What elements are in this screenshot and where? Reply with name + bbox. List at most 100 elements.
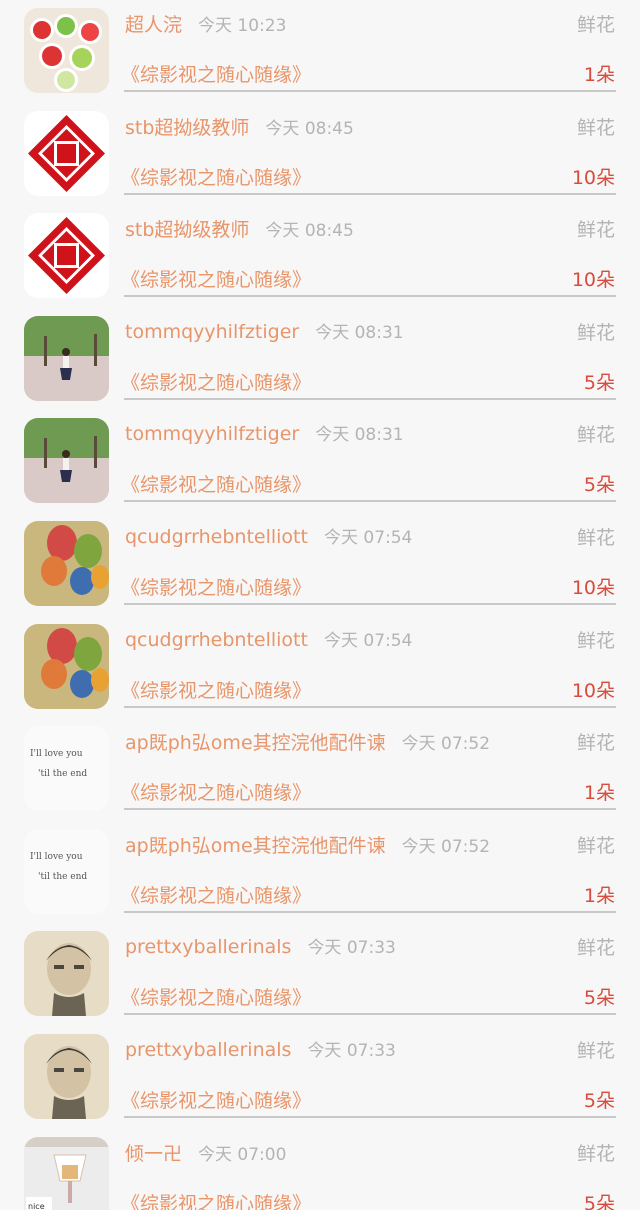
gift-record-list: 超人浣 今天 10:23 鲜花 《综影视之随心随缘》 1朵 stb超拗级教师 今天 08:… <box>0 0 640 1210</box>
gift-record-row[interactable]: stb超拗级教师 今天 08:45 鲜花《综影视之随心随缘》 10朵 <box>0 205 640 308</box>
book-title-link[interactable]: 《综影视之随心随缘》 <box>121 60 311 87</box>
username-text[interactable]: prettxyballerinals <box>125 1039 291 1061</box>
gift-record-row[interactable]: I'll love you 'til the end ap既ph弘ome其控浣他… <box>0 821 640 924</box>
timestamp: 今天 08:31 <box>315 425 404 446</box>
user-avatar[interactable] <box>24 110 109 196</box>
user-avatar[interactable]: nice day <box>24 1136 109 1210</box>
user-avatar[interactable] <box>24 8 109 93</box>
username-text[interactable]: prettxyballerinals <box>125 936 291 958</box>
row-divider <box>124 603 616 605</box>
book-title-link[interactable]: 《综影视之随心随缘》 <box>121 1189 311 1210</box>
username-label[interactable]: ap既ph弘ome其控浣他配件谏 今天 07:52 <box>125 831 490 858</box>
gift-record-row[interactable]: tommqyyhilfztiger 今天 08:31 鲜花《综影视之随心随缘》 5朵 <box>0 410 640 513</box>
username-label[interactable]: 倾一卍 今天 07:00 <box>125 1139 286 1166</box>
book-title-link[interactable]: 《综影视之随心随缘》 <box>121 368 311 395</box>
username-label[interactable]: prettxyballerinals 今天 07:33 <box>125 933 396 958</box>
username-text[interactable]: 超人浣 <box>125 14 182 36</box>
gift-type-label: 鲜花 <box>576 424 615 447</box>
book-title-link[interactable]: 《综影视之随心随缘》 <box>121 676 311 703</box>
username-text[interactable]: tommqyyhilfztiger <box>125 423 299 445</box>
username-label[interactable]: qcudgrrhebntelliott 今天 07:54 <box>125 523 412 548</box>
username-text[interactable]: stb超拗级教师 <box>125 117 249 139</box>
user-avatar[interactable] <box>24 623 109 709</box>
book-title-link[interactable]: 《综影视之随心随缘》 <box>121 778 311 805</box>
gift-count: 5朵 <box>583 1192 615 1210</box>
username-text[interactable]: 倾一卍 <box>125 1143 182 1165</box>
username-label[interactable]: qcudgrrhebntelliott 今天 07:54 <box>125 626 412 651</box>
user-avatar[interactable] <box>24 418 109 504</box>
timestamp: 今天 07:33 <box>307 938 396 959</box>
gift-type-label: 鲜花 <box>576 14 615 36</box>
gift-record-row[interactable]: stb超拗级教师 今天 08:45 鲜花《综影视之随心随缘》 10朵 <box>0 103 640 206</box>
book-title-link[interactable]: 《综影视之随心随缘》 <box>121 265 311 292</box>
row-divider <box>124 500 616 503</box>
username-text[interactable]: stb超拗级教师 <box>125 219 249 241</box>
gift-type-label: 鲜花 <box>576 1040 615 1062</box>
svg-text:nice: nice <box>28 1202 45 1210</box>
svg-text:I'll love you: I'll love you <box>30 749 83 759</box>
gift-count: 10朵 <box>571 577 615 599</box>
book-title-link[interactable]: 《综影视之随心随缘》 <box>121 881 311 908</box>
username-label[interactable]: stb超拗级教师 今天 08:45 <box>125 215 354 242</box>
gift-type-label: 鲜花 <box>576 629 615 652</box>
row-divider <box>124 90 616 92</box>
user-avatar[interactable] <box>24 1034 109 1119</box>
gift-type-label: 鲜花 <box>576 321 615 344</box>
gift-count: 5朵 <box>583 1090 615 1112</box>
username-label[interactable]: prettxyballerinals 今天 07:33 <box>125 1036 396 1061</box>
user-avatar[interactable] <box>24 931 109 1017</box>
gift-record-row[interactable]: qcudgrrhebntelliott 今天 07:54 鲜花 《综影视之随心随缘》 1… <box>0 616 640 719</box>
timestamp: 今天 07:54 <box>323 528 413 548</box>
svg-text:'til the end: 'til the end <box>38 872 87 882</box>
book-title-link[interactable]: 《综影视之随心随缘》 <box>121 470 311 497</box>
username-text[interactable]: qcudgrrhebntelliott <box>125 526 308 548</box>
user-avatar[interactable]: I'll love you 'til the end <box>24 828 109 914</box>
gift-count: 5朵 <box>583 987 615 1010</box>
username-label[interactable]: 超人浣 今天 10:23 <box>125 10 286 37</box>
username-text[interactable]: ap既ph弘ome其控浣他配件谏 <box>125 732 386 754</box>
timestamp: 今天 08:45 <box>265 118 354 139</box>
row-divider <box>124 295 616 298</box>
svg-text:'til the end: 'til the end <box>38 769 87 779</box>
timestamp: 今天 07:33 <box>307 1041 396 1061</box>
gift-count: 1朵 <box>583 64 615 86</box>
book-title-link[interactable]: 《综影视之随心随缘》 <box>121 573 311 600</box>
gift-record-row[interactable]: prettxyballerinals 今天 07:33 鲜花《综影视之随心随缘》 5朵 <box>0 1026 640 1129</box>
user-avatar[interactable]: I'll love you 'til the end <box>24 726 109 812</box>
gift-record-row[interactable]: prettxyballerinals 今天 07:33 鲜花 《综影视之随心随缘》 5朵 <box>0 923 640 1026</box>
row-divider <box>124 910 616 913</box>
gift-record-row[interactable]: tommqyyhilfztiger 今天 08:31 鲜花《综影视之随心随缘》 5朵 <box>0 308 640 411</box>
gift-record-row[interactable]: I'll love you 'til the end ap既ph弘ome其控浣他… <box>0 718 640 821</box>
gift-type-label: 鲜花 <box>576 116 615 139</box>
svg-text:I'll love you: I'll love you <box>30 852 83 862</box>
username-label[interactable]: tommqyyhilfztiger 今天 08:31 <box>125 318 404 343</box>
gift-type-label: 鲜花 <box>576 527 615 549</box>
book-title-link[interactable]: 《综影视之随心随缘》 <box>121 1086 311 1113</box>
gift-count: 10朵 <box>571 166 615 189</box>
gift-count: 5朵 <box>583 474 615 497</box>
timestamp: 今天 10:23 <box>198 16 287 36</box>
username-label[interactable]: stb超拗级教师 今天 08:45 <box>125 113 354 140</box>
user-avatar[interactable] <box>24 315 109 401</box>
gift-type-label: 鲜花 <box>576 732 615 755</box>
gift-count: 5朵 <box>583 371 615 394</box>
username-label[interactable]: ap既ph弘ome其控浣他配件谏 今天 07:52 <box>125 728 490 755</box>
gift-count: 10朵 <box>571 269 615 292</box>
row-divider <box>124 192 616 195</box>
timestamp: 今天 07:52 <box>401 734 491 755</box>
username-label[interactable]: tommqyyhilfztiger 今天 08:31 <box>125 420 404 445</box>
gift-type-label: 鲜花 <box>576 219 615 242</box>
username-text[interactable]: qcudgrrhebntelliott <box>125 629 308 651</box>
gift-count: 1朵 <box>583 884 615 907</box>
gift-record-row[interactable]: nice day 倾一卍今天 07:00 鲜花《综影视之随心随缘》 5朵 <box>0 1129 640 1210</box>
book-title-link[interactable]: 《综影视之随心随缘》 <box>121 163 311 190</box>
book-title-link[interactable]: 《综影视之随心随缘》 <box>121 983 311 1010</box>
gift-record-row[interactable]: qcudgrrhebntelliott 今天 07:54 鲜花《综影视之随心随缘》 1… <box>0 513 640 616</box>
username-text[interactable]: ap既ph弘ome其控浣他配件谏 <box>125 835 386 857</box>
username-text[interactable]: tommqyyhilfztiger <box>125 321 299 343</box>
gift-type-label: 鲜花 <box>576 1142 615 1165</box>
gift-record-row[interactable]: 超人浣 今天 10:23 鲜花《综影视之随心随缘》 1朵 <box>0 0 640 103</box>
user-avatar[interactable] <box>24 521 109 606</box>
row-divider <box>124 808 616 811</box>
user-avatar[interactable] <box>24 213 109 299</box>
